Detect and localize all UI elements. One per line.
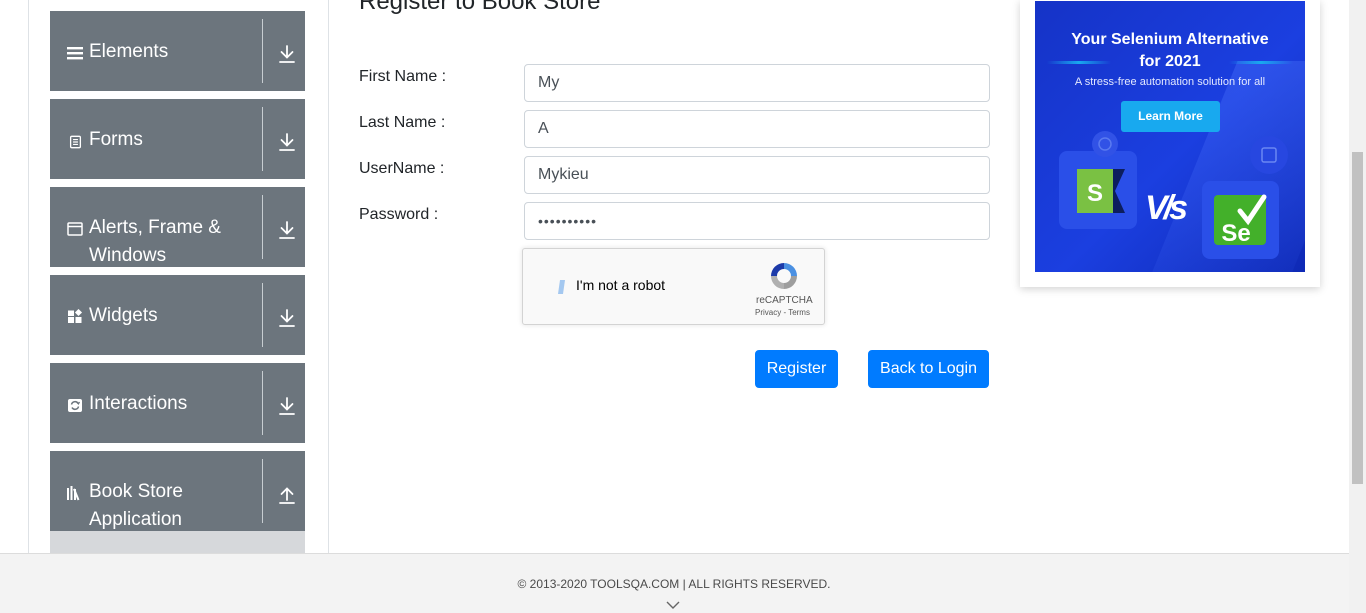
first-name-label: First Name : (359, 68, 447, 85)
ad-vs-text: V/s (1145, 189, 1188, 227)
password-label: Password : (359, 206, 439, 223)
ad-subtext: A stress-free automation solution for al… (1074, 76, 1266, 88)
username-input[interactable]: Mykieu (524, 156, 990, 194)
divider (262, 283, 263, 347)
selenium-logo-icon: Se (1214, 194, 1267, 247)
sidebar-group-elements[interactable]: Elements (50, 11, 305, 91)
sidebar-group-label: Forms (89, 129, 143, 150)
ad-container: Your Selenium Alternative for 2021 A str… (1020, 0, 1320, 287)
recaptcha-logo-icon (771, 263, 797, 289)
ad-line-right (1229, 61, 1293, 64)
window-icon (67, 222, 83, 236)
recaptcha-checkbox-icon[interactable] (557, 279, 567, 295)
footer: © 2013-2020 TOOLSQA.COM | ALL RIGHTS RES… (0, 553, 1350, 613)
divider (262, 107, 263, 171)
sidebar-group-book-store-application[interactable]: Book Store Application (50, 451, 305, 531)
sidebar-border (28, 0, 29, 553)
sidebar-group-label: Interactions (89, 393, 188, 414)
recaptcha-label: I'm not a robot (576, 277, 666, 293)
interactions-icon (68, 399, 82, 412)
learn-more-button[interactable]: Learn More (1121, 101, 1220, 132)
download-arrow-icon[interactable] (278, 308, 296, 328)
recaptcha-links[interactable]: Privacy - Terms (755, 308, 810, 317)
download-arrow-icon[interactable] (278, 220, 296, 240)
vertical-scrollbar[interactable] (1349, 0, 1366, 613)
scrollbar-thumb[interactable] (1352, 152, 1363, 484)
recaptcha-brand: reCAPTCHA (756, 295, 813, 306)
widgets-icon (68, 309, 83, 323)
sidebar-group-label: Alerts, Frame & Windows (89, 217, 221, 266)
sidebar-group-label: Widgets (89, 305, 158, 326)
page-title: Register to Book Store (359, 0, 601, 15)
ad-line-left (1047, 61, 1111, 64)
sidebar-group-widgets[interactable]: Widgets (50, 275, 305, 355)
last-name-input[interactable]: A (524, 110, 990, 148)
ad-right-tile: Se (1202, 181, 1279, 259)
copyright-text: © 2013-2020 TOOLSQA.COM | ALL RIGHTS RES… (517, 577, 831, 591)
last-name-label: Last Name : (359, 114, 446, 131)
register-button[interactable]: Register (755, 350, 838, 388)
ad-left-logo-text: S (1087, 180, 1103, 207)
sidebar-group-alerts-frame-windows[interactable]: Alerts, Frame & Windows (50, 187, 305, 267)
password-input[interactable]: •••••••••• (524, 202, 990, 240)
divider (262, 459, 263, 523)
ad-banner[interactable]: Your Selenium Alternative for 2021 A str… (1035, 1, 1305, 272)
download-arrow-icon[interactable] (278, 44, 296, 64)
recaptcha-widget: I'm not a robot reCAPTCHA Privacy - Term… (522, 248, 825, 325)
ad-right-logo-text: Se (1221, 220, 1250, 247)
books-icon (67, 486, 80, 501)
sidebar-group-label: Book Store Application (89, 481, 183, 530)
katalon-logo-icon: S (1077, 169, 1125, 213)
download-arrow-icon[interactable] (278, 396, 296, 416)
hamburger-icon (67, 47, 83, 60)
book-store-submenu (50, 531, 305, 553)
main-border (328, 0, 329, 553)
ad-left-tile: S (1059, 151, 1137, 229)
first-name-input[interactable]: My (524, 64, 990, 102)
sidebar-group-label: Elements (89, 41, 169, 62)
clock-icon (1092, 131, 1118, 157)
download-arrow-icon[interactable] (278, 132, 296, 152)
divider (262, 371, 263, 435)
document-icon (69, 135, 82, 149)
divider (262, 19, 263, 83)
username-label: UserName : (359, 160, 445, 177)
divider (262, 195, 263, 259)
ad-headline: Your Selenium Alternative for 2021 (1071, 31, 1269, 70)
sidebar-group-interactions[interactable]: Interactions (50, 363, 305, 443)
chevron-down-icon[interactable] (666, 600, 680, 610)
upload-arrow-icon[interactable] (278, 484, 296, 504)
code-icon (1250, 136, 1288, 174)
sidebar-group-forms[interactable]: Forms (50, 99, 305, 179)
page: Elements Forms Alerts, Frame & Windows W… (0, 0, 1366, 613)
back-to-login-button[interactable]: Back to Login (868, 350, 989, 388)
